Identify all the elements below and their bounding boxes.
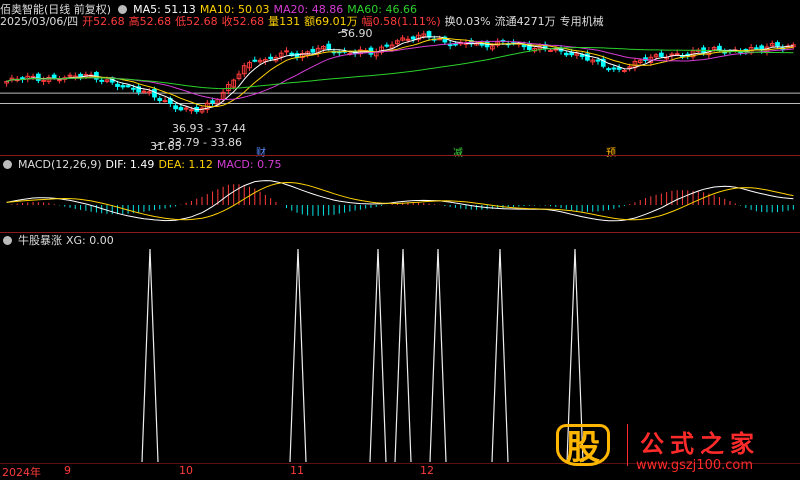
candle-body: [717, 45, 722, 51]
candle-body: [115, 83, 120, 87]
candle-body: [479, 43, 485, 46]
watermark-divider: [627, 424, 628, 466]
candle-body: [51, 74, 57, 79]
candle-body: [326, 43, 332, 50]
price-chart[interactable]: [0, 0, 800, 150]
xaxis-label-dec: 12: [420, 464, 434, 477]
watermark-name: 公式之家: [640, 430, 760, 458]
candle-body: [453, 43, 458, 46]
candle-body: [410, 36, 416, 40]
candle-body: [131, 87, 136, 90]
candle-body: [569, 52, 574, 56]
candle-body: [585, 53, 590, 61]
dea-line: [6, 181, 794, 221]
candle-body: [125, 85, 131, 88]
candle-body: [754, 47, 759, 50]
candle-body: [178, 107, 184, 111]
xaxis-label-sep: 9: [64, 464, 71, 477]
candle-body: [622, 69, 627, 72]
signal-spike: [491, 248, 509, 463]
candle-body: [189, 109, 194, 112]
candle-body: [268, 56, 273, 60]
dif-line: [6, 180, 794, 222]
candle-body: [57, 79, 62, 82]
panel-separator-1: [0, 155, 800, 156]
signal-spike: [394, 248, 412, 463]
range-label-1: 36.93 - 37.44: [172, 122, 246, 135]
signal-spike: [429, 248, 447, 463]
candle-body: [521, 44, 527, 48]
candle-body: [616, 67, 622, 70]
candle-body: [99, 79, 105, 82]
candle-body: [384, 44, 390, 47]
candle-body: [183, 107, 189, 110]
macd-chart[interactable]: [0, 157, 800, 232]
candle-body: [405, 38, 411, 41]
low-price-label: 31.65: [150, 140, 182, 153]
watermark-logo-icon: 股: [556, 424, 610, 468]
candle-body: [310, 48, 316, 53]
candle-body: [252, 59, 258, 62]
candle-body: [210, 100, 215, 103]
candle-body: [595, 59, 601, 62]
signal-spike: [369, 248, 387, 463]
candle-body: [173, 105, 178, 110]
candle-body: [146, 91, 152, 94]
candle-body: [775, 42, 780, 47]
candle-body: [611, 67, 617, 70]
candle-body: [120, 85, 126, 88]
watermark-url: www.gszj100.com: [636, 458, 754, 473]
candle-body: [284, 50, 289, 53]
candle-body: [426, 31, 432, 38]
candle-body: [674, 53, 680, 56]
xaxis-label-nov: 11: [290, 464, 304, 477]
signal-spike: [289, 248, 307, 463]
candle-body: [35, 73, 41, 81]
signal-spike: [141, 248, 159, 463]
candle-body: [162, 100, 168, 103]
candle-body: [659, 52, 664, 57]
candle-body: [41, 79, 46, 82]
candle-body: [606, 68, 611, 71]
candle-body: [157, 98, 163, 101]
candle-body: [563, 52, 569, 56]
xaxis-label-oct: 10: [179, 464, 193, 477]
candle-body: [548, 49, 553, 52]
candle-body: [78, 73, 83, 78]
high-price-label: 56.90: [341, 27, 373, 40]
